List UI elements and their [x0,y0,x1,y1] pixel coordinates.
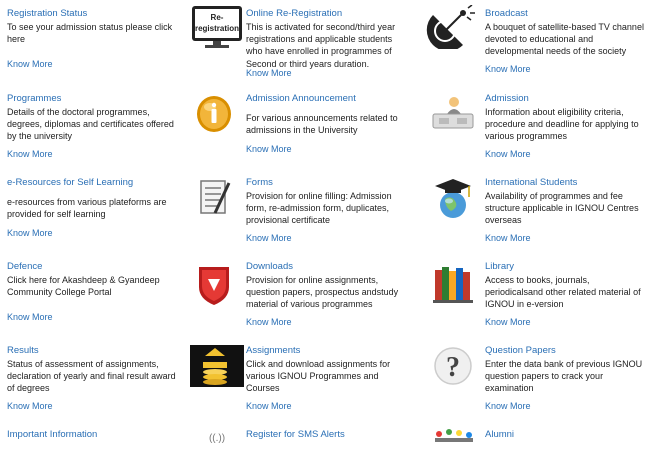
registration-status-know-more[interactable]: Know More [7,59,53,69]
tile-question-papers: Question Papers Enter the data bank of p… [485,345,650,411]
forms-know-more[interactable]: Know More [246,233,292,243]
registration-status-link[interactable]: Registration Status [7,8,207,19]
assignments-link[interactable]: Assignments [246,345,446,356]
results-link[interactable]: Results [7,345,207,356]
programmes-link[interactable]: Programmes [7,93,207,104]
programmes-desc: Details of the doctoral programmes, degr… [7,107,174,142]
desk-person-icon[interactable] [425,92,481,136]
tile-online-re-registration: Online Re-Registration This is activated… [246,8,446,78]
question-mark-icon[interactable]: ? [425,344,481,388]
svg-text:?: ? [446,352,460,383]
broadcast-link[interactable]: Broadcast [485,8,650,19]
assignment-box-icon[interactable] [189,344,245,388]
svg-text:((.)): ((.)) [209,433,225,444]
monitor-icon[interactable]: Re- registration [189,5,245,49]
online-re-registration-desc: This is activated for second/third year … [246,22,396,69]
tile-admission: Admission Information about eligibility … [485,93,650,159]
forms-desc: Provision for online filling: Admission … [246,191,392,226]
monitor-text-1: Re- [211,13,224,22]
question-papers-desc: Enter the data bank of previous IGNOU qu… [485,359,643,394]
tile-registration-status: Registration Status To see your admissio… [7,8,207,69]
registration-status-desc: To see your admission status please clic… [7,22,173,45]
books-icon[interactable] [425,262,481,306]
satellite-dish-icon[interactable] [425,5,481,49]
tile-forms: Forms Provision for online filling: Admi… [246,177,446,243]
broadcast-desc: A bouquet of satellite-based TV channel … [485,22,644,57]
tile-broadcast: Broadcast A bouquet of satellite-based T… [485,8,650,74]
tile-results: Results Status of assessment of assignme… [7,345,207,411]
downloads-desc: Provision for online assignments, questi… [246,275,399,310]
results-desc: Status of assessment of assignments, dec… [7,359,176,394]
signal-icon[interactable]: ((.)) [189,430,245,474]
tile-important-information: Important Information [7,429,207,440]
question-papers-know-more[interactable]: Know More [485,401,531,411]
tile-downloads: Downloads Provision for online assignmen… [246,261,446,327]
downloads-link[interactable]: Downloads [246,261,446,272]
tile-admission-announcement: Admission Announcement For various annou… [246,93,446,154]
international-students-know-more[interactable]: Know More [485,233,531,243]
broadcast-know-more[interactable]: Know More [485,64,531,74]
tile-programmes: Programmes Details of the doctoral progr… [7,93,207,159]
tile-international-students: International Students Availability of p… [485,177,650,243]
e-resources-link[interactable]: e-Resources for Self Learning [7,177,207,188]
question-papers-link[interactable]: Question Papers [485,345,650,356]
assignments-know-more[interactable]: Know More [246,401,292,411]
results-know-more[interactable]: Know More [7,401,53,411]
admission-desc: Information about eligibility criteria, … [485,107,639,142]
defence-link[interactable]: Defence [7,261,207,272]
tile-e-resources: e-Resources for Self Learning e-resource… [7,177,207,238]
international-students-link[interactable]: International Students [485,177,650,188]
international-students-desc: Availability of programmes and fee struc… [485,191,639,226]
people-icon[interactable] [425,428,481,472]
form-clipboard-icon[interactable] [189,177,245,221]
defence-desc: Click here for Akashdeep & Gyandeep Comm… [7,275,160,298]
tile-defence: Defence Click here for Akashdeep & Gyand… [7,261,207,322]
graduation-globe-icon[interactable] [425,177,481,221]
e-resources-know-more[interactable]: Know More [7,228,53,238]
programmes-know-more[interactable]: Know More [7,149,53,159]
alumni-link[interactable]: Alumni [485,429,650,440]
downloads-know-more[interactable]: Know More [246,317,292,327]
library-desc: Access to books, journals, periodicalsan… [485,275,641,310]
defence-know-more[interactable]: Know More [7,312,53,322]
library-know-more[interactable]: Know More [485,317,531,327]
online-re-registration-link[interactable]: Online Re-Registration [246,8,446,19]
online-re-registration-know-more[interactable]: Know More [246,68,292,78]
monitor-text-2: registration [195,24,239,33]
e-resources-desc: e-resources from various plateforms are … [7,197,167,220]
tile-alumni: Alumni [485,429,650,440]
library-link[interactable]: Library [485,261,650,272]
tile-register-sms: Register for SMS Alerts [246,429,446,440]
register-sms-link[interactable]: Register for SMS Alerts [246,429,446,440]
admission-announcement-know-more[interactable]: Know More [246,144,292,154]
forms-link[interactable]: Forms [246,177,446,188]
info-coin-icon[interactable] [189,92,245,136]
assignments-desc: Click and download assignments for vario… [246,359,391,394]
admission-announcement-link[interactable]: Admission Announcement [246,93,446,104]
important-information-link[interactable]: Important Information [7,429,207,440]
tile-assignments: Assignments Click and download assignmen… [246,345,446,411]
tile-library: Library Access to books, journals, perio… [485,261,650,327]
admission-announcement-desc: For various announcements related to adm… [246,113,398,136]
download-shield-icon[interactable] [189,263,245,307]
admission-link[interactable]: Admission [485,93,650,104]
admission-know-more[interactable]: Know More [485,149,531,159]
